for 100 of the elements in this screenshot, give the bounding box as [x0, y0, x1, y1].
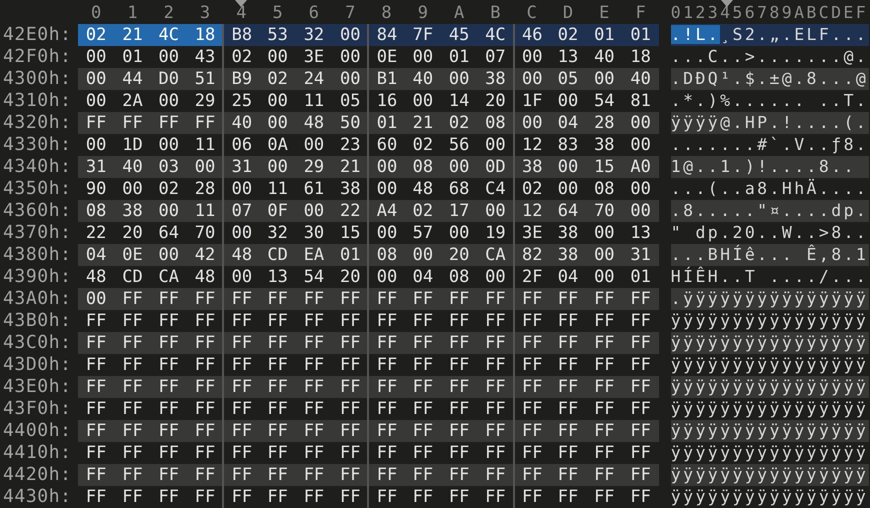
hex-byte[interactable]: FF	[222, 288, 260, 310]
hex-byte[interactable]: 46	[512, 24, 550, 46]
hex-byte[interactable]: 20	[332, 266, 368, 288]
hex-byte[interactable]: 00	[622, 112, 659, 134]
hex-byte[interactable]: FF	[78, 332, 114, 354]
hex-byte[interactable]: 48	[78, 266, 114, 288]
hex-byte[interactable]: 02	[150, 178, 187, 200]
hex-byte[interactable]: 08	[367, 244, 405, 266]
hex-byte[interactable]: FF	[186, 486, 224, 508]
hex-byte[interactable]: 00	[477, 266, 514, 288]
hex-byte[interactable]: FF	[114, 332, 151, 354]
ascii-text[interactable]: ÿÿÿÿÿÿÿÿÿÿÿÿÿÿÿÿ	[670, 332, 869, 354]
hex-byte[interactable]: 0A	[259, 134, 296, 156]
hex-byte[interactable]: 00	[622, 178, 659, 200]
hex-byte[interactable]: FF	[440, 398, 478, 420]
hex-byte[interactable]: FF	[78, 112, 114, 134]
ascii-text[interactable]: ÿÿÿÿÿÿÿÿÿÿÿÿÿÿÿÿ	[670, 354, 869, 376]
hex-byte[interactable]: 00	[186, 156, 224, 178]
hex-byte[interactable]: 00	[78, 90, 114, 112]
hex-byte[interactable]: 38	[332, 178, 368, 200]
hex-byte[interactable]: 01	[586, 24, 622, 46]
hex-byte[interactable]: 00	[440, 68, 478, 90]
hex-byte[interactable]: 08	[404, 156, 441, 178]
hex-byte[interactable]: FF	[512, 332, 550, 354]
hex-byte[interactable]: FF	[186, 464, 224, 486]
hex-byte[interactable]: 01	[440, 46, 478, 68]
hex-byte[interactable]: 29	[186, 90, 224, 112]
hex-byte[interactable]: FF	[332, 420, 368, 442]
hex-byte[interactable]: 01	[332, 244, 368, 266]
hex-byte[interactable]: 18	[622, 46, 659, 68]
hex-byte[interactable]: FF	[186, 398, 224, 420]
hex-byte[interactable]: 48	[296, 112, 332, 134]
hex-byte[interactable]: 44	[114, 68, 151, 90]
hex-byte[interactable]: FF	[114, 112, 151, 134]
hex-byte[interactable]: 40	[114, 156, 151, 178]
ascii-text[interactable]: ÿÿÿÿÿÿÿÿÿÿÿÿÿÿÿÿ	[670, 420, 869, 442]
hex-byte[interactable]: 19	[477, 222, 514, 244]
hex-byte[interactable]: 21	[404, 112, 441, 134]
hex-byte[interactable]: B1	[367, 68, 405, 90]
ascii-text[interactable]: ÿÿÿÿÿÿÿÿÿÿÿÿÿÿÿÿ	[670, 398, 869, 420]
hex-byte[interactable]: FF	[477, 332, 514, 354]
hex-byte[interactable]: FF	[259, 354, 296, 376]
hex-byte[interactable]: 00	[586, 222, 622, 244]
hex-byte[interactable]: 01	[622, 24, 659, 46]
hex-byte[interactable]: FF	[586, 310, 622, 332]
hex-byte[interactable]: 21	[332, 156, 368, 178]
hex-byte[interactable]: FF	[114, 376, 151, 398]
hex-byte[interactable]: 90	[78, 178, 114, 200]
hex-byte[interactable]: FF	[550, 398, 586, 420]
hex-byte[interactable]: FF	[78, 442, 114, 464]
hex-byte[interactable]: 08	[477, 112, 514, 134]
hex-byte[interactable]: FF	[622, 376, 659, 398]
hex-byte[interactable]: FF	[550, 376, 586, 398]
hex-byte[interactable]: FF	[550, 332, 586, 354]
hex-byte[interactable]: FF	[440, 376, 478, 398]
hex-byte[interactable]: 38	[512, 156, 550, 178]
hex-byte[interactable]: FF	[550, 442, 586, 464]
hex-byte[interactable]: FF	[150, 332, 187, 354]
hex-byte[interactable]: 15	[586, 156, 622, 178]
hex-byte[interactable]: 31	[622, 244, 659, 266]
hex-byte[interactable]: 00	[550, 90, 586, 112]
hex-byte[interactable]: FF	[586, 398, 622, 420]
hex-byte[interactable]: FF	[114, 288, 151, 310]
hex-byte[interactable]: FF	[259, 486, 296, 508]
hex-byte[interactable]: 00	[259, 90, 296, 112]
hex-byte[interactable]: FF	[622, 464, 659, 486]
hex-byte[interactable]: 21	[114, 24, 151, 46]
hex-byte[interactable]: FF	[622, 332, 659, 354]
hex-byte[interactable]: FF	[296, 288, 332, 310]
hex-byte[interactable]: FF	[150, 354, 187, 376]
hex-byte[interactable]: FF	[332, 442, 368, 464]
hex-byte[interactable]: 00	[367, 156, 405, 178]
hex-byte[interactable]: FF	[259, 464, 296, 486]
hex-byte[interactable]: 32	[296, 24, 332, 46]
hex-byte[interactable]: 0E	[114, 244, 151, 266]
hex-byte[interactable]: 00	[332, 24, 368, 46]
hex-byte[interactable]: FF	[512, 486, 550, 508]
hex-byte[interactable]: 22	[332, 200, 368, 222]
hex-byte[interactable]: FF	[78, 354, 114, 376]
hex-byte[interactable]: 54	[586, 90, 622, 112]
hex-byte[interactable]: FF	[186, 420, 224, 442]
hex-byte[interactable]: 45	[440, 24, 478, 46]
hex-byte[interactable]: FF	[550, 310, 586, 332]
hex-byte[interactable]: 04	[404, 266, 441, 288]
hex-byte[interactable]: 1D	[114, 134, 151, 156]
hex-byte[interactable]: 00	[477, 134, 514, 156]
hex-byte[interactable]: 18	[186, 24, 224, 46]
hex-byte[interactable]: 00	[259, 112, 296, 134]
hex-byte[interactable]: FF	[114, 486, 151, 508]
hex-byte[interactable]: 03	[150, 156, 187, 178]
hex-byte[interactable]: FF	[550, 420, 586, 442]
hex-byte[interactable]: FF	[296, 442, 332, 464]
hex-byte[interactable]: FF	[477, 420, 514, 442]
hex-byte[interactable]: 11	[186, 200, 224, 222]
hex-byte[interactable]: FF	[622, 354, 659, 376]
hex-byte[interactable]: 4C	[477, 24, 514, 46]
hex-byte[interactable]: FF	[186, 442, 224, 464]
hex-byte[interactable]: FF	[512, 420, 550, 442]
hex-byte[interactable]: 00	[586, 266, 622, 288]
hex-byte[interactable]: FF	[222, 420, 260, 442]
